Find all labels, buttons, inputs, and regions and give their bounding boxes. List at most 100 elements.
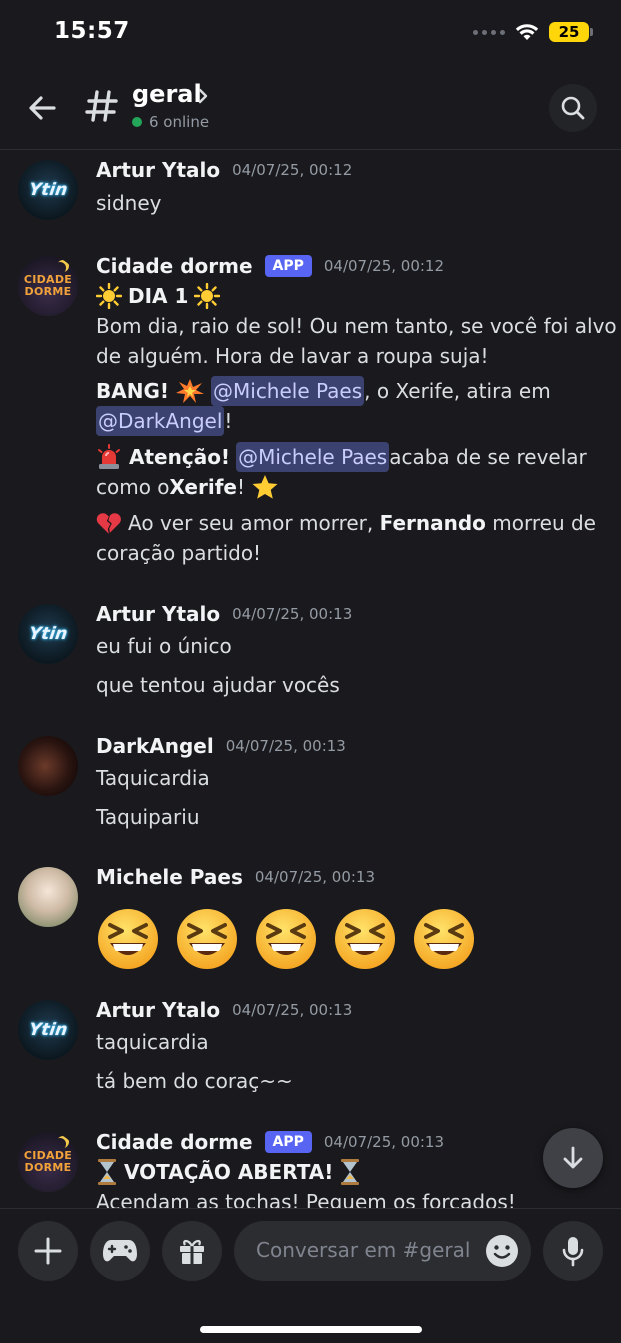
message-header: Michele Paes 04/07/25, 00:13: [96, 865, 375, 889]
message-text: coração partido!: [96, 541, 262, 565]
online-count: 6 online: [149, 113, 210, 131]
message-text: sidney: [96, 191, 162, 215]
message-input[interactable]: Conversar em #geral: [234, 1221, 531, 1281]
collision-icon: [176, 379, 204, 403]
timestamp: 04/07/25, 00:13: [254, 868, 376, 886]
message-text: acaba de se revelar: [389, 445, 587, 469]
siren-icon: [98, 444, 120, 469]
avatar-label: Ytin: [27, 1020, 69, 1040]
grinning-squinting-face-icon: [177, 909, 237, 969]
battery-level: 25: [558, 23, 580, 41]
message: CIDADE DORME Cidade dorme APP 04/07/25, …: [0, 254, 621, 565]
smile-icon[interactable]: [485, 1234, 519, 1268]
attention-line: Atenção! @Michele Paes acaba de se revel…: [96, 442, 596, 472]
message-text: morreu de: [485, 511, 596, 535]
avatar[interactable]: CIDADE DORME: [18, 1132, 78, 1192]
message-text: de alguém. Hora de lavar a roupa suja!: [96, 344, 489, 368]
moon-icon: [54, 262, 66, 274]
bang-line: BANG! @Michele Paes , o Xerife, atira em: [96, 376, 596, 406]
emoji-row: [96, 907, 476, 971]
cellular-signal-icon: [473, 29, 505, 35]
microphone-icon: [562, 1237, 584, 1267]
message-header: Artur Ytalo 04/07/25, 00:12: [96, 158, 352, 182]
sun-icon: [194, 283, 221, 309]
online-dot: [132, 117, 142, 127]
wifi-icon: [515, 24, 539, 40]
composer-bar: Conversar em #geral: [0, 1208, 621, 1343]
app-badge: APP: [264, 1131, 312, 1153]
avatar[interactable]: Ytin: [18, 160, 78, 220]
message-text: Taquipariu: [96, 805, 200, 829]
author-name[interactable]: Artur Ytalo: [96, 602, 220, 626]
avatar[interactable]: Ytin: [18, 604, 78, 664]
author-name[interactable]: Artur Ytalo: [96, 998, 220, 1022]
day-title: DIA 1: [128, 284, 189, 308]
grinning-squinting-face-icon: [335, 909, 395, 969]
timestamp: 04/07/25, 00:13: [232, 1001, 353, 1019]
timestamp: 04/07/25, 00:13: [225, 737, 346, 755]
attention-line-2: como o Xerife !: [96, 472, 596, 502]
grinning-squinting-face-icon: [256, 909, 316, 969]
battery-indicator: 25: [549, 22, 593, 42]
message-header: Artur Ytalo 04/07/25, 00:13: [96, 998, 352, 1022]
channel-header: geral 6 online: [0, 70, 621, 150]
timestamp: 04/07/25, 00:13: [323, 1133, 445, 1151]
input-placeholder: Conversar em #geral: [256, 1238, 471, 1262]
gift-button[interactable]: [162, 1221, 222, 1281]
timestamp: 04/07/25, 00:12: [232, 161, 353, 179]
heart-line: Ao ver seu amor morrer, Fernando morreu …: [96, 508, 596, 538]
hourglass-icon: [341, 1159, 360, 1185]
message-header: Cidade dorme APP 04/07/25, 00:13: [96, 1130, 444, 1154]
avatar-label: Ytin: [27, 180, 69, 200]
timestamp: 04/07/25, 00:13: [232, 605, 353, 623]
message-text: Bom dia, raio de sol! Ou nem tanto, se v…: [96, 314, 617, 338]
attention-label: Atenção!: [129, 445, 231, 469]
avatar-label: DORME: [24, 285, 72, 298]
home-indicator: [200, 1326, 422, 1333]
channel-name[interactable]: geral: [132, 80, 202, 108]
activities-button[interactable]: [90, 1221, 150, 1281]
message-text: eu fui o único: [96, 634, 232, 658]
author-name[interactable]: Michele Paes: [96, 865, 243, 889]
author-name[interactable]: Cidade dorme: [96, 254, 253, 278]
author-name[interactable]: Artur Ytalo: [96, 158, 220, 182]
avatar[interactable]: [18, 736, 78, 796]
avatar-label: DORME: [24, 1161, 72, 1174]
vote-title: VOTAÇÃO ABERTA!: [124, 1160, 334, 1184]
message: CIDADE DORME Cidade dorme APP 04/07/25, …: [0, 1130, 621, 1208]
user-mention[interactable]: @DarkAngel: [96, 406, 225, 436]
hash-icon: [85, 90, 118, 122]
avatar[interactable]: Ytin: [18, 1000, 78, 1060]
bang-line-2: @DarkAngel !: [96, 406, 596, 436]
character-name: Fernando: [379, 511, 486, 535]
message-text: tá bem do coraç~~: [96, 1069, 293, 1093]
message-text: que tentou ajudar vocês: [96, 673, 340, 697]
avatar[interactable]: CIDADE DORME: [18, 256, 78, 316]
search-button[interactable]: [549, 84, 597, 132]
message-text: !: [236, 475, 246, 499]
voice-message-button[interactable]: [543, 1221, 603, 1281]
user-mention[interactable]: @Michele Paes: [236, 442, 390, 472]
bang-label: BANG!: [96, 379, 169, 403]
hourglass-icon: [98, 1159, 116, 1185]
gamepad-icon: [103, 1240, 137, 1262]
chevron-right-icon[interactable]: [196, 86, 210, 106]
user-mention[interactable]: @Michele Paes: [211, 376, 365, 406]
grinning-squinting-face-icon: [414, 909, 474, 969]
message-text: Ao ver seu amor morrer,: [121, 511, 380, 535]
message-text: taquicardia: [96, 1030, 209, 1054]
message-list[interactable]: Ytin Artur Ytalo 04/07/25, 00:12 sidney …: [0, 150, 621, 1208]
sun-icon: [96, 283, 122, 309]
jump-to-present-button[interactable]: [543, 1128, 603, 1188]
message-text: Taquicardia: [96, 766, 210, 790]
status-indicators: 25: [473, 22, 593, 42]
search-icon: [561, 96, 585, 120]
avatar[interactable]: [18, 867, 78, 927]
star-icon: [252, 475, 278, 499]
author-name[interactable]: Cidade dorme: [96, 1130, 253, 1154]
gift-icon: [180, 1239, 204, 1264]
back-button[interactable]: [24, 90, 60, 126]
add-attachment-button[interactable]: [18, 1221, 78, 1281]
author-name[interactable]: DarkAngel: [96, 734, 214, 758]
message-text: como o: [96, 475, 170, 499]
